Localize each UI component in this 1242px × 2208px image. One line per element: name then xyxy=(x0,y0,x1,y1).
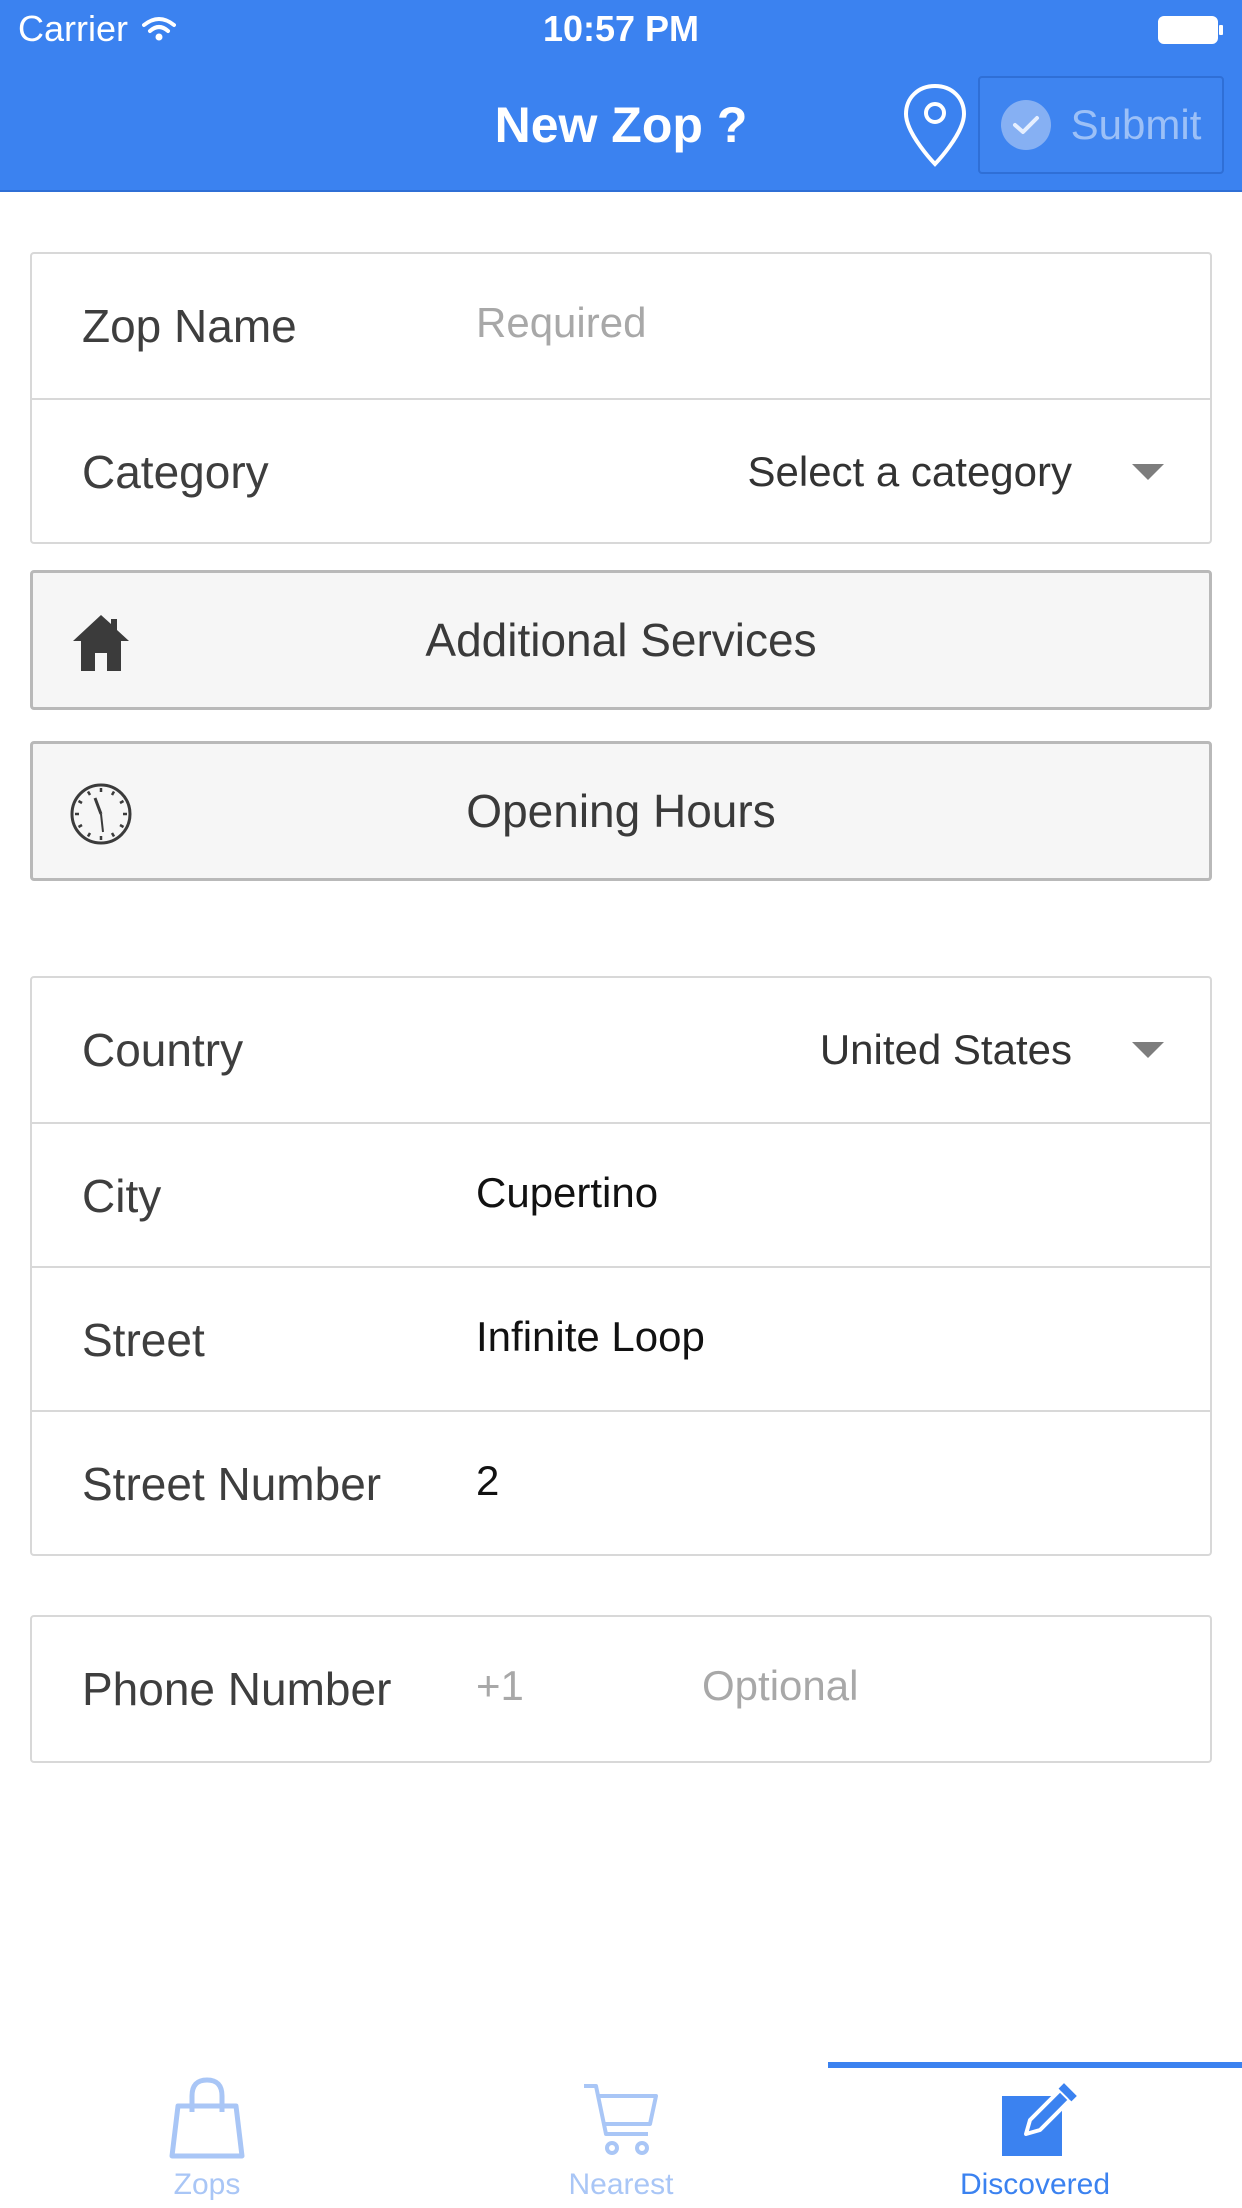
zop-name-field[interactable]: Required xyxy=(476,254,646,392)
country-select[interactable]: United States xyxy=(820,978,1164,1122)
city-row[interactable]: City Cupertino xyxy=(32,1122,1210,1266)
tab-bar: Zops Nearest Discovered xyxy=(0,2062,1242,2208)
street-number-row[interactable]: Street Number 2 xyxy=(32,1410,1210,1554)
phone-group: Phone Number +1 Optional xyxy=(30,1615,1212,1763)
tab-label-zops: Zops xyxy=(173,2168,241,2201)
basic-info-group: Zop Name Required Category Select a cate… xyxy=(30,252,1212,544)
city-field[interactable]: Cupertino xyxy=(476,1124,658,1262)
tab-nearest[interactable]: Nearest xyxy=(414,2062,828,2208)
city-label: City xyxy=(82,1170,162,1222)
zop-name-row[interactable]: Zop Name Required xyxy=(32,254,1210,398)
country-row[interactable]: Country United States xyxy=(32,978,1210,1122)
opening-hours-label: Opening Hours xyxy=(466,785,776,837)
navigation-bar: Carrier 10:57 PM New Zop ? Submit xyxy=(0,0,1242,192)
additional-services-button[interactable]: Additional Services xyxy=(30,570,1212,710)
status-time: 10:57 PM xyxy=(542,8,700,49)
tab-label-discovered: Discovered xyxy=(959,2168,1111,2201)
street-label: Street xyxy=(82,1314,205,1366)
battery-icon xyxy=(1158,16,1223,44)
additional-services-label: Additional Services xyxy=(425,614,817,666)
country-label: Country xyxy=(82,1024,244,1076)
country-value: United States xyxy=(819,1026,1072,1073)
street-row[interactable]: Street Infinite Loop xyxy=(32,1266,1210,1410)
opening-hours-button[interactable]: Opening Hours xyxy=(30,741,1212,881)
tab-label-nearest: Nearest xyxy=(568,2168,674,2201)
phone-label: Phone Number xyxy=(82,1663,392,1715)
address-group: Country United States City Cupertino Str… xyxy=(30,976,1212,1556)
category-row[interactable]: Category Select a category xyxy=(32,398,1210,542)
submit-button[interactable]: Submit xyxy=(978,76,1224,174)
phone-prefix[interactable]: +1 xyxy=(476,1617,524,1755)
tab-zops[interactable]: Zops xyxy=(0,2062,414,2208)
dropdown-arrow-icon xyxy=(1132,1042,1164,1058)
phone-field[interactable]: Optional xyxy=(702,1617,858,1755)
zop-name-label: Zop Name xyxy=(82,300,297,352)
category-label: Category xyxy=(82,446,269,498)
checkmark-icon xyxy=(1000,100,1051,150)
edit-icon xyxy=(1002,2083,1077,2156)
street-number-label: Street Number xyxy=(82,1458,382,1510)
street-number-field[interactable]: 2 xyxy=(476,1412,499,1550)
category-value: Select a category xyxy=(747,448,1072,495)
street-field[interactable]: Infinite Loop xyxy=(476,1268,705,1406)
category-select[interactable]: Select a category xyxy=(747,400,1164,544)
dropdown-arrow-icon xyxy=(1132,464,1164,480)
cart-icon xyxy=(584,2084,658,2155)
phone-row[interactable]: Phone Number +1 Optional xyxy=(32,1617,1210,1761)
location-pin-icon[interactable] xyxy=(900,82,970,168)
tab-discovered[interactable]: Discovered xyxy=(828,2062,1242,2208)
submit-label: Submit xyxy=(1070,101,1202,148)
shopping-bag-icon xyxy=(169,2077,245,2159)
